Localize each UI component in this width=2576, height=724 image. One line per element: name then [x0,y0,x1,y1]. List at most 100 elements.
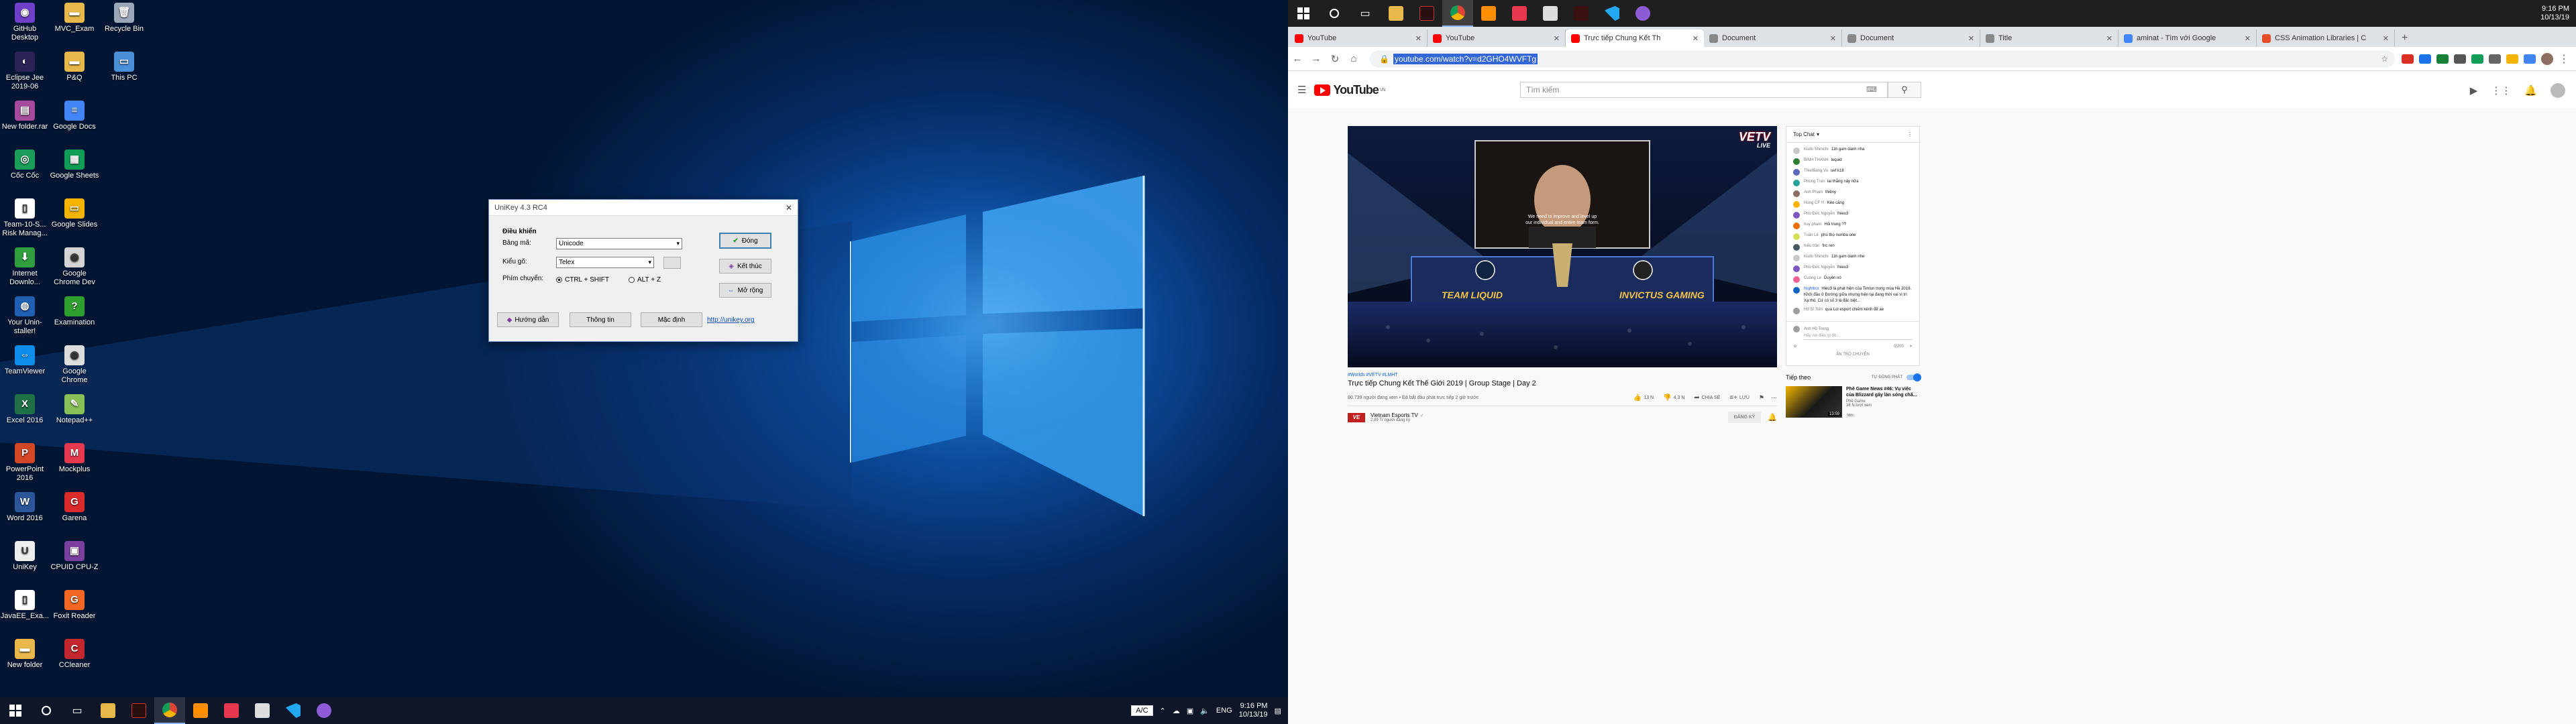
new-tab-icon[interactable]: + [2402,32,2408,44]
browser-tab[interactable]: Document ✕ [1842,29,1980,47]
start-button[interactable] [1288,0,1319,27]
desktop-icon[interactable]: ▭ Google Slides [50,198,99,229]
back-icon[interactable]: ← [1288,53,1307,64]
desktop-icon[interactable]: X Excel 2016 [0,394,50,425]
extension-icon[interactable] [2506,54,2518,64]
taskbar-file-explorer[interactable] [1381,0,1411,27]
desktop-icon[interactable]: ▯ Team-10-S... Risk Manag... [0,198,50,238]
extension-icon[interactable] [2419,54,2431,64]
expand-button[interactable]: ⇔ Mở rộng [719,283,771,298]
video-hashtags[interactable]: #Worlds #VETV #LMHT [1348,373,1777,377]
hotkey-option-ctrl-shift[interactable]: CTRL + SHIFT [556,276,609,284]
desktop-icon[interactable]: ▭ This PC [99,52,149,82]
star-icon[interactable]: ☆ [2381,54,2388,64]
extension-icon[interactable] [2402,54,2414,64]
desktop-icon[interactable]: ◐ Eclipse Jee 2019-06 [0,52,50,91]
hamburger-menu-icon[interactable]: ☰ [1297,84,1306,96]
desktop-icon[interactable]: ▤ New folder.rar [0,101,50,131]
network-icon[interactable]: ▣ [1187,707,1193,715]
taskbar-app-garena[interactable] [1411,0,1442,27]
apps-grid-icon[interactable]: ⋮⋮ [2491,84,2511,97]
up-next-title[interactable]: Phê Game News #46: Vụ việc của Blizzard … [1846,386,1920,398]
info-button[interactable]: Thông tin [570,312,631,327]
method-select[interactable]: Telex [556,257,654,268]
charset-select[interactable]: Unicode [556,238,682,249]
chat-menu-icon[interactable]: ⋮ [1907,131,1913,137]
desktop-icon[interactable]: ◍ Your Unin-staller! [0,296,50,336]
task-view-button[interactable]: ▭ [1350,0,1381,27]
emoji-icon[interactable]: ☺ [1793,345,1797,349]
desktop-icon[interactable]: ◉ Google Chrome [50,345,99,385]
desktop-icon[interactable]: M Mockplus [50,443,99,474]
up-next-item[interactable]: 13:59 Phê Game News #46: Vụ việc của Bli… [1786,386,1920,420]
desktop-icon[interactable]: G Garena [50,492,99,523]
taskbar-chrome[interactable] [154,697,185,724]
close-dialog-button[interactable]: ✔ Đóng [719,233,771,249]
unikey-dialog[interactable]: UniKey 4.3 RC4 ✕ Điều khiển Bảng mã: Uni… [488,199,798,342]
forward-icon[interactable]: → [1307,53,1326,64]
desktop-icon[interactable]: 🗑 Recycle Bin [99,3,149,34]
taskbar-file-explorer[interactable] [93,697,123,724]
taskbar-vscode[interactable] [278,697,309,724]
upload-video-icon[interactable]: ▶ [2470,84,2478,97]
video-player[interactable]: We need to improve and level up our indi… [1348,126,1777,367]
save-button[interactable]: ≡+ LƯU [1729,394,1750,402]
default-button[interactable]: Mặc định [641,312,702,327]
extension-icon[interactable] [2471,54,2483,64]
reload-icon[interactable]: ↻ [1326,53,1344,65]
desktop-icon[interactable]: ⇔ TeamViewer [0,345,50,376]
desktop-icon[interactable]: ▯ JavaEE_Exa... [0,590,50,621]
search-button[interactable] [1319,0,1350,27]
send-icon[interactable]: ➤ [1909,344,1913,349]
browser-tab[interactable]: CSS Animation Libraries | C ✕ [2257,29,2395,47]
desktop-icon[interactable]: ▬ P&Q [50,52,99,82]
desktop-icon[interactable]: ▬ MVC_Exam [50,3,99,34]
clock[interactable]: 9:16 PM 10/13/19 [1239,702,1268,719]
subscribe-button[interactable]: ĐĂNG KÝ [1727,412,1762,423]
task-view-button[interactable]: ▭ [62,697,93,724]
desktop-icon[interactable]: ◉ Google Chrome Dev [50,247,99,287]
browser-tab[interactable]: aminat - Tìm với Google ✕ [2118,29,2257,47]
close-tab-icon[interactable]: ✕ [2245,34,2251,43]
extension-icon[interactable] [2454,54,2466,64]
search-button[interactable]: ⚲ [1888,82,1921,98]
unikey-titlebar[interactable]: UniKey 4.3 RC4 ✕ [489,200,798,216]
guide-button[interactable]: ◆ Hướng dẫn [497,312,559,327]
desktop-icon[interactable]: ⬇ Internet Downlo... [0,247,50,287]
taskbar-app-github[interactable] [309,697,339,724]
desktop-icon[interactable]: ✎ Notepad++ [50,394,99,425]
exit-button[interactable]: ◈ Kết thúc [719,259,771,274]
input-mode-indicator[interactable]: A/C [1131,705,1153,716]
account-avatar[interactable] [2551,83,2565,98]
channel-avatar[interactable]: VE [1348,412,1365,422]
browser-tab[interactable]: Document ✕ [1704,29,1842,47]
notifications-bell-icon[interactable]: 🔔 [2524,84,2537,97]
chat-input[interactable]: Hãy nói điều gì đó... [1804,333,1913,340]
method-options-button[interactable] [663,257,681,269]
chat-mode-select[interactable]: Top Chat [1793,131,1815,137]
share-button[interactable]: ➦ CHIA SẺ [1694,394,1720,402]
taskbar-app-unikey[interactable] [1535,0,1566,27]
unikey-website-link[interactable]: http://unikey.org [707,316,754,324]
hotkey-option-alt-z[interactable]: ALT + Z [629,276,661,284]
desktop-icon[interactable]: ▦ Google Sheets [50,149,99,180]
volume-icon[interactable]: 🔈 [1200,707,1210,715]
close-tab-icon[interactable]: ✕ [1554,34,1560,43]
address-bar[interactable]: 🔒 youtube.com/watch?v=d2GHO4WVFTg ☆ [1370,50,2395,68]
close-icon[interactable]: ✕ [786,203,792,213]
close-tab-icon[interactable]: ✕ [1830,34,1836,43]
flag-icon[interactable]: ⚑ [1759,394,1764,402]
taskbar-app-mockplus[interactable] [216,697,247,724]
close-tab-icon[interactable]: ✕ [1968,34,1974,43]
desktop-icon[interactable]: ▬ New folder [0,639,50,670]
search-input[interactable]: Tìm kiếm [1520,82,1888,98]
desktop-icon[interactable]: ▣ CPUID CPU-Z [50,541,99,572]
home-icon[interactable]: ⌂ [1344,53,1363,64]
desktop-icon[interactable]: ◉ GitHub Desktop [0,3,50,42]
notifications-bell-icon[interactable]: 🔔 [1768,413,1777,422]
browser-tab[interactable]: Trực tiếp Chung Kết Th ✕ [1566,29,1704,47]
browser-tab[interactable]: YouTube ✕ [1289,29,1428,47]
taskbar-app-garena[interactable] [123,697,154,724]
close-tab-icon[interactable]: ✕ [2106,34,2112,43]
taskbar-app-sublime[interactable] [185,697,216,724]
